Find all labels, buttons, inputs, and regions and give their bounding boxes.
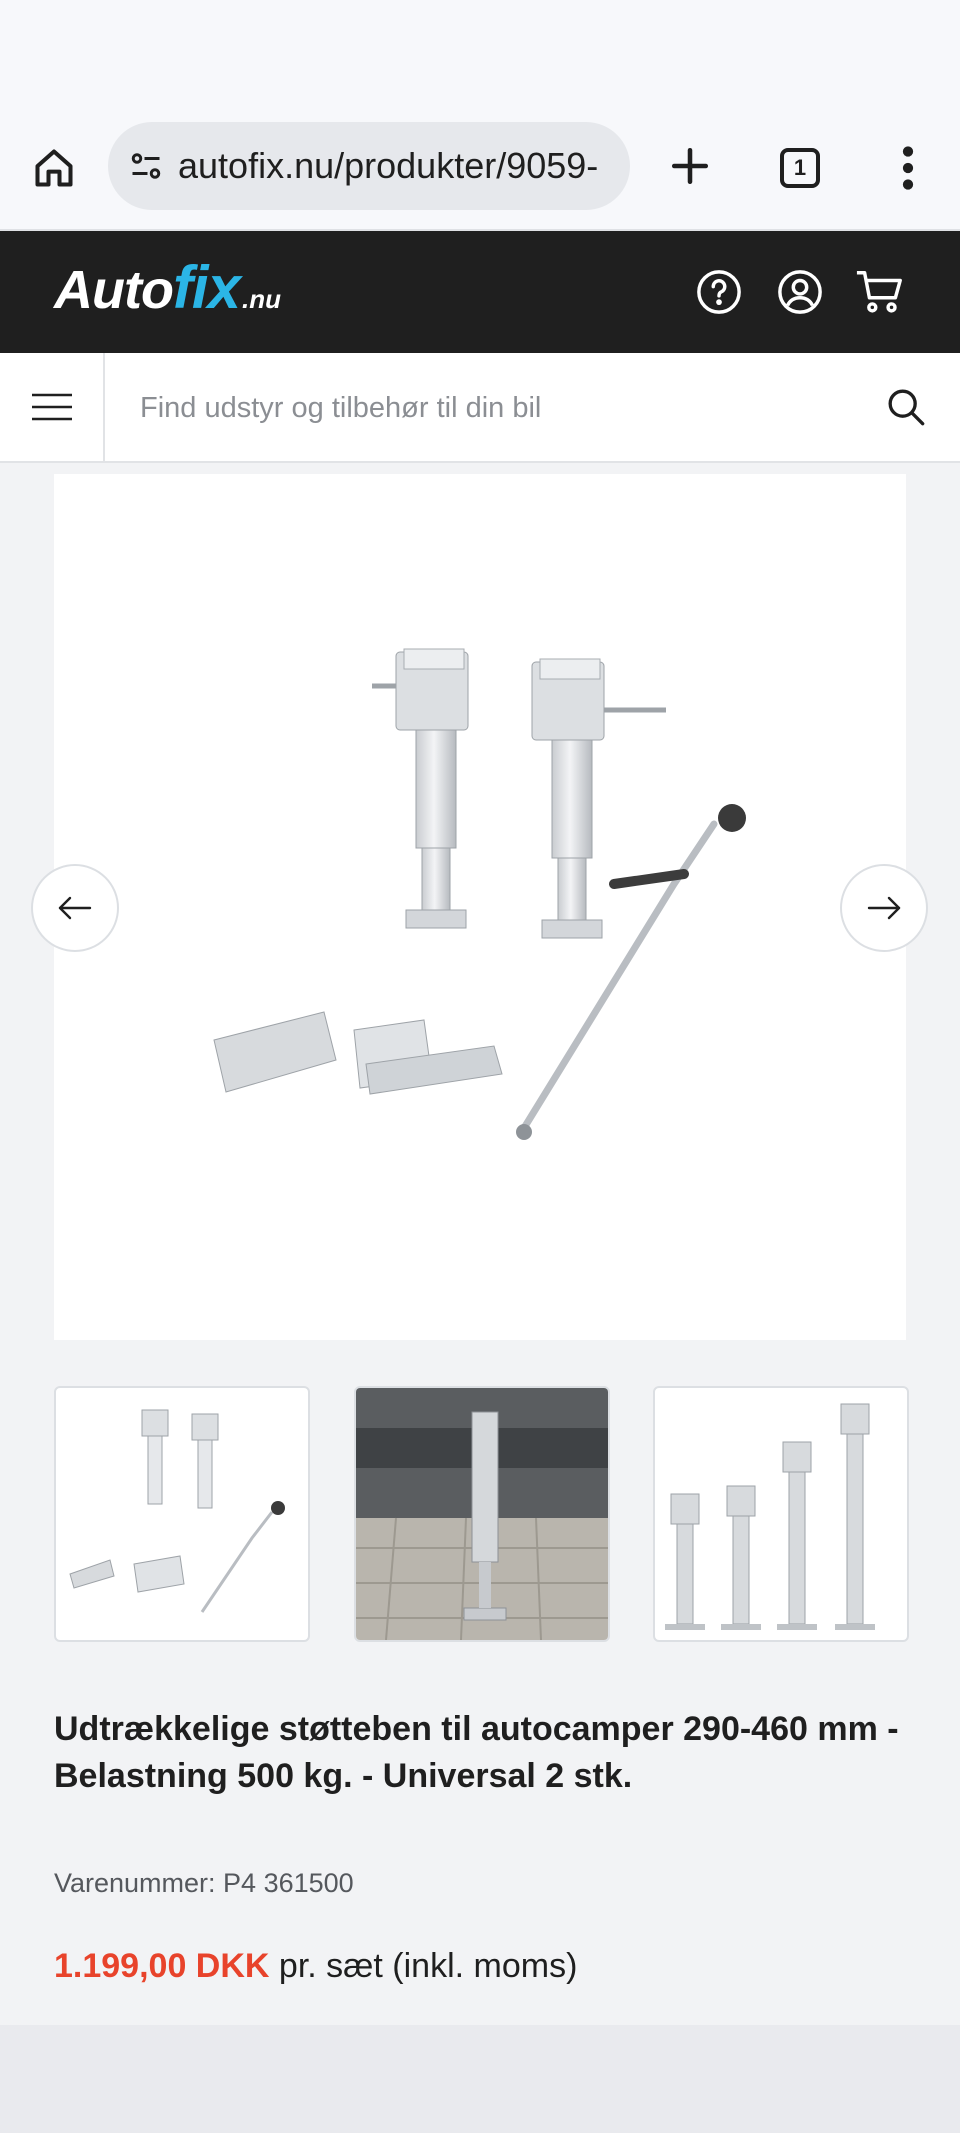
new-tab-button[interactable] — [660, 136, 720, 196]
menu-button[interactable] — [0, 353, 105, 461]
cart-icon — [856, 271, 902, 313]
tab-switcher-button[interactable]: 1 — [772, 140, 828, 196]
tab-switcher-icon: 1 — [780, 148, 820, 188]
logo-auto: Auto — [54, 260, 174, 320]
arrow-left-icon — [58, 896, 92, 920]
help-icon — [697, 270, 741, 314]
product-sku: Varenummer: P4 361500 — [54, 1868, 354, 1898]
product-title: Udtrækkelige støtteben til autocamper 29… — [54, 1710, 899, 1795]
site-header: Auto fix .nu — [0, 231, 960, 353]
account-button[interactable] — [773, 265, 827, 319]
account-icon — [778, 270, 822, 314]
installed-under-camper-thumbnail[interactable] — [354, 1386, 610, 1642]
cart-button[interactable] — [853, 265, 907, 319]
search-button[interactable] — [878, 379, 934, 435]
status-bar — [0, 0, 960, 100]
price-row: 1.199,00 DKK pr. sæt (inkl. moms) — [54, 1947, 577, 1986]
browser-menu-button[interactable] — [880, 140, 936, 196]
product-price: 1.199,00 DKK — [54, 1947, 270, 1985]
plus-icon — [671, 147, 709, 185]
site-logo[interactable]: Auto fix .nu — [54, 253, 281, 333]
search-icon — [888, 389, 925, 426]
hamburger-icon — [31, 393, 72, 421]
url-text: autofix.nu/produkter/9059- — [178, 145, 599, 186]
search-row — [0, 353, 960, 463]
extension-stages-thumbnail[interactable] — [653, 1386, 909, 1642]
arrow-right-icon — [867, 896, 901, 920]
tune-icon[interactable] — [126, 146, 166, 186]
tab-count: 1 — [793, 155, 807, 180]
help-button[interactable] — [692, 265, 746, 319]
main-product-image[interactable] — [54, 474, 906, 1340]
address-bar[interactable]: autofix.nu/produkter/9059- — [108, 122, 630, 210]
price-suffix: pr. sæt (inkl. moms) — [269, 1947, 578, 1985]
more-vert-icon — [902, 146, 914, 190]
product-kit-thumbnail[interactable] — [54, 1386, 310, 1642]
search-input[interactable] — [140, 381, 860, 435]
logo-nu: .nu — [241, 284, 281, 314]
logo-fix: fix — [172, 254, 241, 321]
home-icon — [35, 149, 73, 187]
page-bottom-band — [0, 2025, 960, 2133]
browser-toolbar: autofix.nu/produkter/9059- 1 — [0, 100, 960, 231]
home-button[interactable] — [26, 140, 82, 196]
previous-image-button[interactable] — [31, 864, 119, 952]
next-image-button[interactable] — [840, 864, 928, 952]
